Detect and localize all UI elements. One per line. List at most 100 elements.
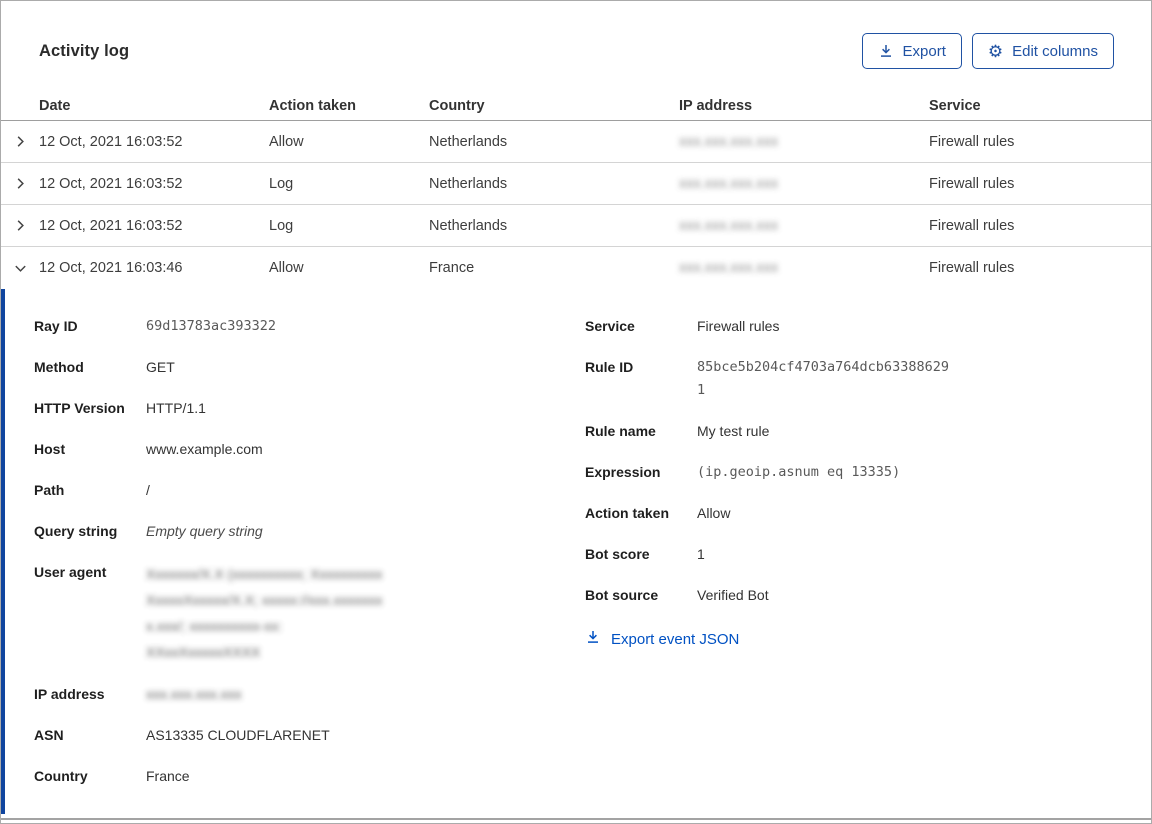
event-detail-panel: Ray ID 69d13783ac393322 Method GET HTTP … [1,289,1151,814]
table-row-expanded[interactable]: 12 Oct, 2021 16:03:46 Allow France xxx.x… [1,247,1151,289]
detail-value: AS13335 CLOUDFLARENET [146,727,330,743]
detail-label: ASN [34,727,64,743]
column-header-action-taken: Action taken [269,97,357,114]
detail-right-column: Service Firewall rules Rule ID 85bce5b20… [585,315,1151,814]
collapse-row-button[interactable] [1,247,39,289]
detail-label: Country [34,768,88,784]
gear-icon: ⚙ [987,41,1004,61]
export-button[interactable]: Export [861,33,962,69]
detail-row-host: Host www.example.com [34,438,585,461]
cell-ip-address-redacted: xxx.xxx.xxx.xxx [679,175,779,192]
table-header-row: Date Action taken Country IP address Ser… [1,91,1151,121]
cell-ip-address-redacted: xxx.xxx.xxx.xxx [679,217,779,234]
table-row[interactable]: 12 Oct, 2021 16:03:52 Log Netherlands xx… [1,163,1151,205]
cell-service: Firewall rules [929,260,1015,276]
detail-row-service: Service Firewall rules [585,315,1151,338]
detail-label: IP address [34,686,105,702]
detail-row-expression: Expression (ip.geoip.asnum eq 13335) [585,461,1151,484]
chevron-right-icon [13,218,28,233]
detail-label: HTTP Version [34,400,125,416]
detail-row-query-string: Query string Empty query string [34,520,585,543]
cell-country: Netherlands [429,217,508,234]
download-icon [878,43,894,59]
cell-date: 12 Oct, 2021 16:03:52 [39,217,183,234]
cell-action-taken: Allow [269,133,304,150]
detail-label: Service [585,318,635,334]
detail-row-action-taken: Action taken Allow [585,502,1151,525]
cell-date: 12 Oct, 2021 16:03:46 [39,260,183,276]
detail-label: Query string [34,523,118,539]
toolbar: Export ⚙ Edit columns [861,33,1114,69]
detail-left-column: Ray ID 69d13783ac393322 Method GET HTTP … [34,315,585,814]
detail-label: Expression [585,464,661,480]
detail-row-method: Method GET [34,356,585,379]
cell-country: Netherlands [429,175,508,192]
detail-label: Bot score [585,546,650,562]
detail-value: 1 [697,546,705,562]
cell-service: Firewall rules [929,133,1015,150]
detail-label: Host [34,441,66,457]
detail-row-rule-name: Rule name My test rule [585,420,1151,443]
table-row[interactable]: 12 Oct, 2021 16:03:52 Allow Netherlands … [1,121,1151,163]
detail-value: My test rule [697,423,770,439]
detail-value: www.example.com [146,441,263,457]
detail-row-bot-score: Bot score 1 [585,543,1151,566]
detail-value: / [146,482,150,498]
detail-row-country: Country France [34,765,585,788]
detail-value: (ip.geoip.asnum eq 13335) [697,464,901,480]
cell-action-taken: Allow [269,260,304,276]
cell-country: France [429,260,475,276]
cell-date: 12 Oct, 2021 16:03:52 [39,175,183,192]
edit-columns-button[interactable]: ⚙ Edit columns [971,33,1114,69]
detail-value: Empty query string [146,523,263,539]
detail-value-ip-redacted: xxx.xxx.xxx.xxx [146,686,242,702]
detail-row-asn: ASN AS13335 CLOUDFLARENET [34,724,585,747]
export-event-json-link[interactable]: Export event JSON [585,629,739,649]
cell-action-taken: Log [269,217,294,234]
detail-row-http-version: HTTP Version HTTP/1.1 [34,397,585,420]
detail-label: User agent [34,564,107,580]
cell-country: Netherlands [429,133,508,150]
export-button-label: Export [902,42,946,60]
cell-ip-address-redacted: xxx.xxx.xxx.xxx [679,133,779,150]
detail-value: HTTP/1.1 [146,400,206,416]
detail-row-ip-address: IP address xxx.xxx.xxx.xxx [34,683,585,706]
detail-row-ray-id: Ray ID 69d13783ac393322 [34,315,585,338]
detail-label: Rule name [585,423,656,439]
detail-value: Allow [697,505,731,521]
download-icon [585,629,601,649]
expand-row-button[interactable] [1,163,39,204]
table-bottom-border [1,818,1151,820]
column-header-service: Service [929,97,981,114]
detail-value: 85bce5b204cf4703a764dcb633886291 [697,359,949,398]
detail-label: Path [34,482,65,498]
chevron-down-icon [13,261,28,276]
detail-row-path: Path / [34,479,585,502]
detail-label: Action taken [585,505,670,521]
column-header-country: Country [429,97,485,114]
detail-label: Method [34,359,84,375]
page-title: Activity log [39,41,130,60]
column-header-date: Date [39,97,71,114]
detail-label: Rule ID [585,359,634,375]
detail-row-rule-id: Rule ID 85bce5b204cf4703a764dcb633886291 [585,356,1151,402]
cell-service: Firewall rules [929,175,1015,192]
detail-label: Bot source [585,587,659,603]
cell-date: 12 Oct, 2021 16:03:52 [39,133,183,150]
detail-value: GET [146,359,175,375]
table-row[interactable]: 12 Oct, 2021 16:03:52 Log Netherlands xx… [1,205,1151,247]
detail-row-user-agent: User agent Xxxxxxx/X.X (xxxxxxxxxx; Xxxx… [34,561,585,665]
detail-value-user-agent-redacted: Xxxxxxx/X.X (xxxxxxxxxx; Xxxxxxxxxx Xxxx… [146,566,383,660]
expand-row-button[interactable] [1,121,39,162]
detail-row-bot-source: Bot source Verified Bot [585,584,1151,607]
chevron-right-icon [13,134,28,149]
chevron-right-icon [13,176,28,191]
column-header-ip-address: IP address [679,97,753,114]
detail-label: Ray ID [34,318,78,334]
export-event-json-label: Export event JSON [611,630,740,648]
edit-columns-button-label: Edit columns [1012,42,1098,60]
expand-row-button[interactable] [1,205,39,246]
detail-value: Firewall rules [697,318,780,334]
detail-value: France [146,768,190,784]
cell-ip-address-redacted: xxx.xxx.xxx.xxx [679,260,779,276]
